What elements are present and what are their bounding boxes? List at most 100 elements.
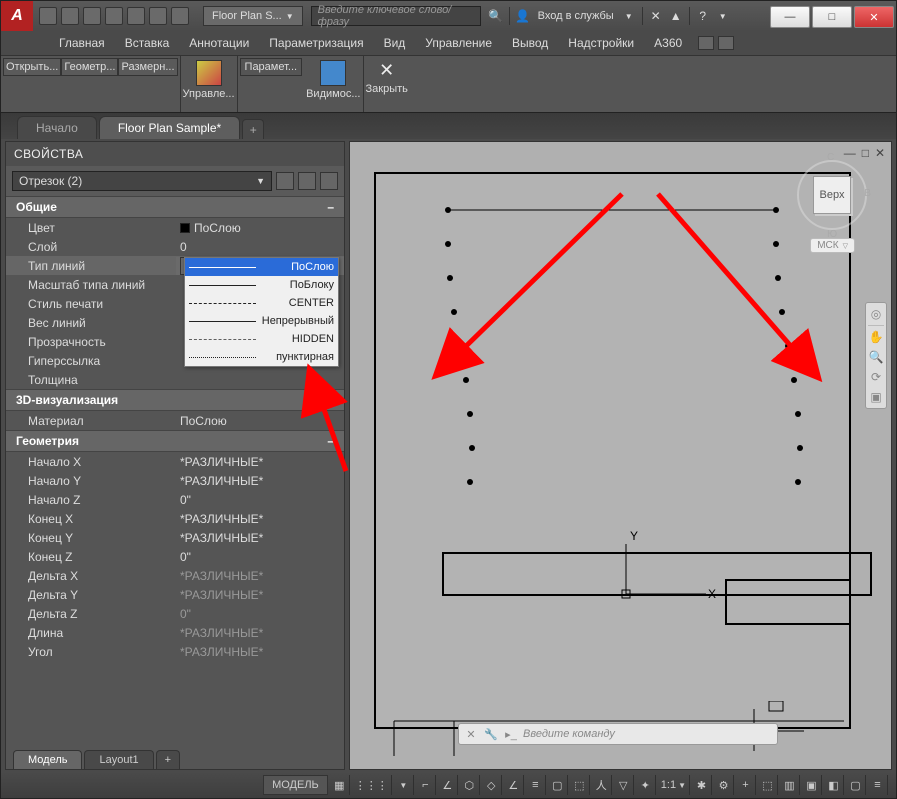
clean-screen-icon[interactable]: ▢: [846, 775, 866, 795]
app-logo[interactable]: A: [1, 1, 33, 31]
section-3dviz[interactable]: 3D-визуализация–: [6, 389, 344, 411]
tab-manage[interactable]: Управление: [415, 32, 502, 54]
tab-insert[interactable]: Вставка: [115, 32, 180, 54]
close-button[interactable]: ✕: [854, 6, 894, 28]
prop-endy-value[interactable]: *РАЗЛИЧНЫЕ*: [176, 531, 344, 545]
otrack-icon[interactable]: ∠: [504, 775, 524, 795]
tab-parametric[interactable]: Параметризация: [259, 32, 373, 54]
transparency-icon[interactable]: ▢: [548, 775, 568, 795]
layout-tab-layout1[interactable]: Layout1: [84, 750, 153, 769]
close-block-button[interactable]: ✕: [373, 58, 400, 83]
dimensional-button[interactable]: Размерн...: [118, 58, 177, 76]
open-button[interactable]: Открыть...: [3, 58, 61, 76]
maximize-button[interactable]: □: [812, 6, 852, 28]
qat-undo-icon[interactable]: [149, 7, 167, 25]
pan-icon[interactable]: ✋: [867, 328, 885, 346]
snap-icon[interactable]: ⋮⋮⋮: [352, 775, 392, 795]
lineweight-icon[interactable]: ≡: [526, 775, 546, 795]
section-geometry[interactable]: Геометрия–: [6, 430, 344, 452]
qat-redo-icon[interactable]: [171, 7, 189, 25]
isodraft-icon[interactable]: ⬡: [460, 775, 480, 795]
layout-tab-add[interactable]: +: [156, 750, 180, 769]
viewcube-face[interactable]: Верх: [813, 176, 851, 214]
tab-a360[interactable]: A360: [644, 32, 692, 54]
command-line[interactable]: ✕ 🔧 ▸_ Введите команду: [458, 723, 778, 745]
annotation-visibility-icon[interactable]: ✱: [692, 775, 712, 795]
exchange-icon[interactable]: ✕: [647, 7, 665, 25]
polar-icon[interactable]: ∠: [438, 775, 458, 795]
doc-tab-add[interactable]: +: [242, 119, 264, 139]
ortho-icon[interactable]: ⌐: [416, 775, 436, 795]
qat-print-icon[interactable]: [127, 7, 145, 25]
orbit-icon[interactable]: ⟳: [867, 368, 885, 386]
qat-new-icon[interactable]: [39, 7, 57, 25]
select-objects-icon[interactable]: [298, 172, 316, 190]
minimize-button[interactable]: —: [770, 6, 810, 28]
manage-button[interactable]: [190, 58, 228, 88]
linetype-option-bylayer[interactable]: ПоСлою: [185, 258, 338, 276]
prop-endx-value[interactable]: *РАЗЛИЧНЫЕ*: [176, 512, 344, 526]
prop-endz-value[interactable]: 0": [176, 550, 344, 564]
viewport-minimize-icon[interactable]: —: [844, 146, 856, 160]
workspace-switch-icon[interactable]: ⚙: [714, 775, 734, 795]
quick-properties-icon[interactable]: ▥: [780, 775, 800, 795]
chevron-down-icon[interactable]: ▼: [394, 775, 414, 795]
prop-layer-value[interactable]: 0: [176, 240, 344, 254]
steering-wheel-icon[interactable]: ◎: [867, 305, 885, 323]
search-icon[interactable]: 🔍: [487, 7, 505, 25]
model-space-button[interactable]: МОДЕЛЬ: [263, 775, 328, 795]
prop-color-value[interactable]: ПоСлою: [176, 221, 344, 235]
linetype-option-center[interactable]: CENTER: [185, 294, 338, 312]
wcs-badge[interactable]: МСК▽: [810, 238, 855, 253]
geometric-button[interactable]: Геометр...: [61, 58, 118, 76]
quick-select-icon[interactable]: [320, 172, 338, 190]
dynamic-ucs-icon[interactable]: 人: [592, 775, 612, 795]
linetype-option-byblock[interactable]: ПоБлоку: [185, 276, 338, 294]
prop-startx-value[interactable]: *РАЗЛИЧНЫЕ*: [176, 455, 344, 469]
doc-tab-start[interactable]: Начало: [17, 116, 97, 139]
doc-tab-active[interactable]: Floor Plan Sample*: [99, 116, 240, 139]
tab-addins[interactable]: Надстройки: [558, 32, 644, 54]
tab-output[interactable]: Вывод: [502, 32, 558, 54]
workspace-selector[interactable]: Floor Plan S... ▼: [203, 6, 303, 26]
qat-open-icon[interactable]: [61, 7, 79, 25]
viewport-close-icon[interactable]: ✕: [875, 146, 885, 160]
toggle-pickadd-icon[interactable]: [276, 172, 294, 190]
visibility-button[interactable]: [314, 58, 352, 88]
tab-home[interactable]: Главная: [49, 32, 115, 54]
qat-saveas-icon[interactable]: [105, 7, 123, 25]
isolate-objects-icon[interactable]: ◧: [824, 775, 844, 795]
zoom-extents-icon[interactable]: 🔍: [867, 348, 885, 366]
viewport-maximize-icon[interactable]: □: [862, 146, 869, 160]
section-general[interactable]: Общие–: [6, 196, 344, 218]
tab-annotate[interactable]: Аннотации: [179, 32, 259, 54]
hardware-accel-icon[interactable]: ▣: [802, 775, 822, 795]
help-icon[interactable]: ?: [694, 7, 712, 25]
selection-cycling-icon[interactable]: ⬚: [570, 775, 590, 795]
qat-save-icon[interactable]: [83, 7, 101, 25]
a360-icon[interactable]: ▲: [667, 7, 685, 25]
chevron-down-icon[interactable]: ▼: [620, 7, 638, 25]
recent-commands-icon[interactable]: ▸_: [503, 726, 519, 742]
units-icon[interactable]: ⬚: [758, 775, 778, 795]
selection-filter-icon[interactable]: ▽: [614, 775, 634, 795]
ribbon-minimize-icon[interactable]: [718, 36, 734, 50]
prop-starty-value[interactable]: *РАЗЛИЧНЫЕ*: [176, 474, 344, 488]
prop-startz-value[interactable]: 0": [176, 493, 344, 507]
grid-icon[interactable]: ▦: [330, 775, 350, 795]
tab-view[interactable]: Вид: [374, 32, 416, 54]
chevron-down-icon[interactable]: ▼: [714, 7, 732, 25]
viewcube[interactable]: Верх С В Ю: [797, 160, 867, 230]
linetype-option-hidden[interactable]: HIDDEN: [185, 330, 338, 348]
signin-icon[interactable]: 👤: [514, 7, 532, 25]
search-input[interactable]: Введите ключевое слово/фразу: [311, 6, 481, 26]
gizmo-icon[interactable]: ✦: [636, 775, 656, 795]
osnap-icon[interactable]: ◇: [482, 775, 502, 795]
layout-tab-model[interactable]: Модель: [13, 750, 82, 769]
show-motion-icon[interactable]: ▣: [867, 388, 885, 406]
signin-button[interactable]: Вход в службы: [534, 10, 618, 22]
linetype-option-continuous[interactable]: Непрерывный: [185, 312, 338, 330]
annotation-monitor-icon[interactable]: +: [736, 775, 756, 795]
prop-material-value[interactable]: ПоСлою: [176, 414, 344, 428]
customize-status-icon[interactable]: ≡: [868, 775, 888, 795]
